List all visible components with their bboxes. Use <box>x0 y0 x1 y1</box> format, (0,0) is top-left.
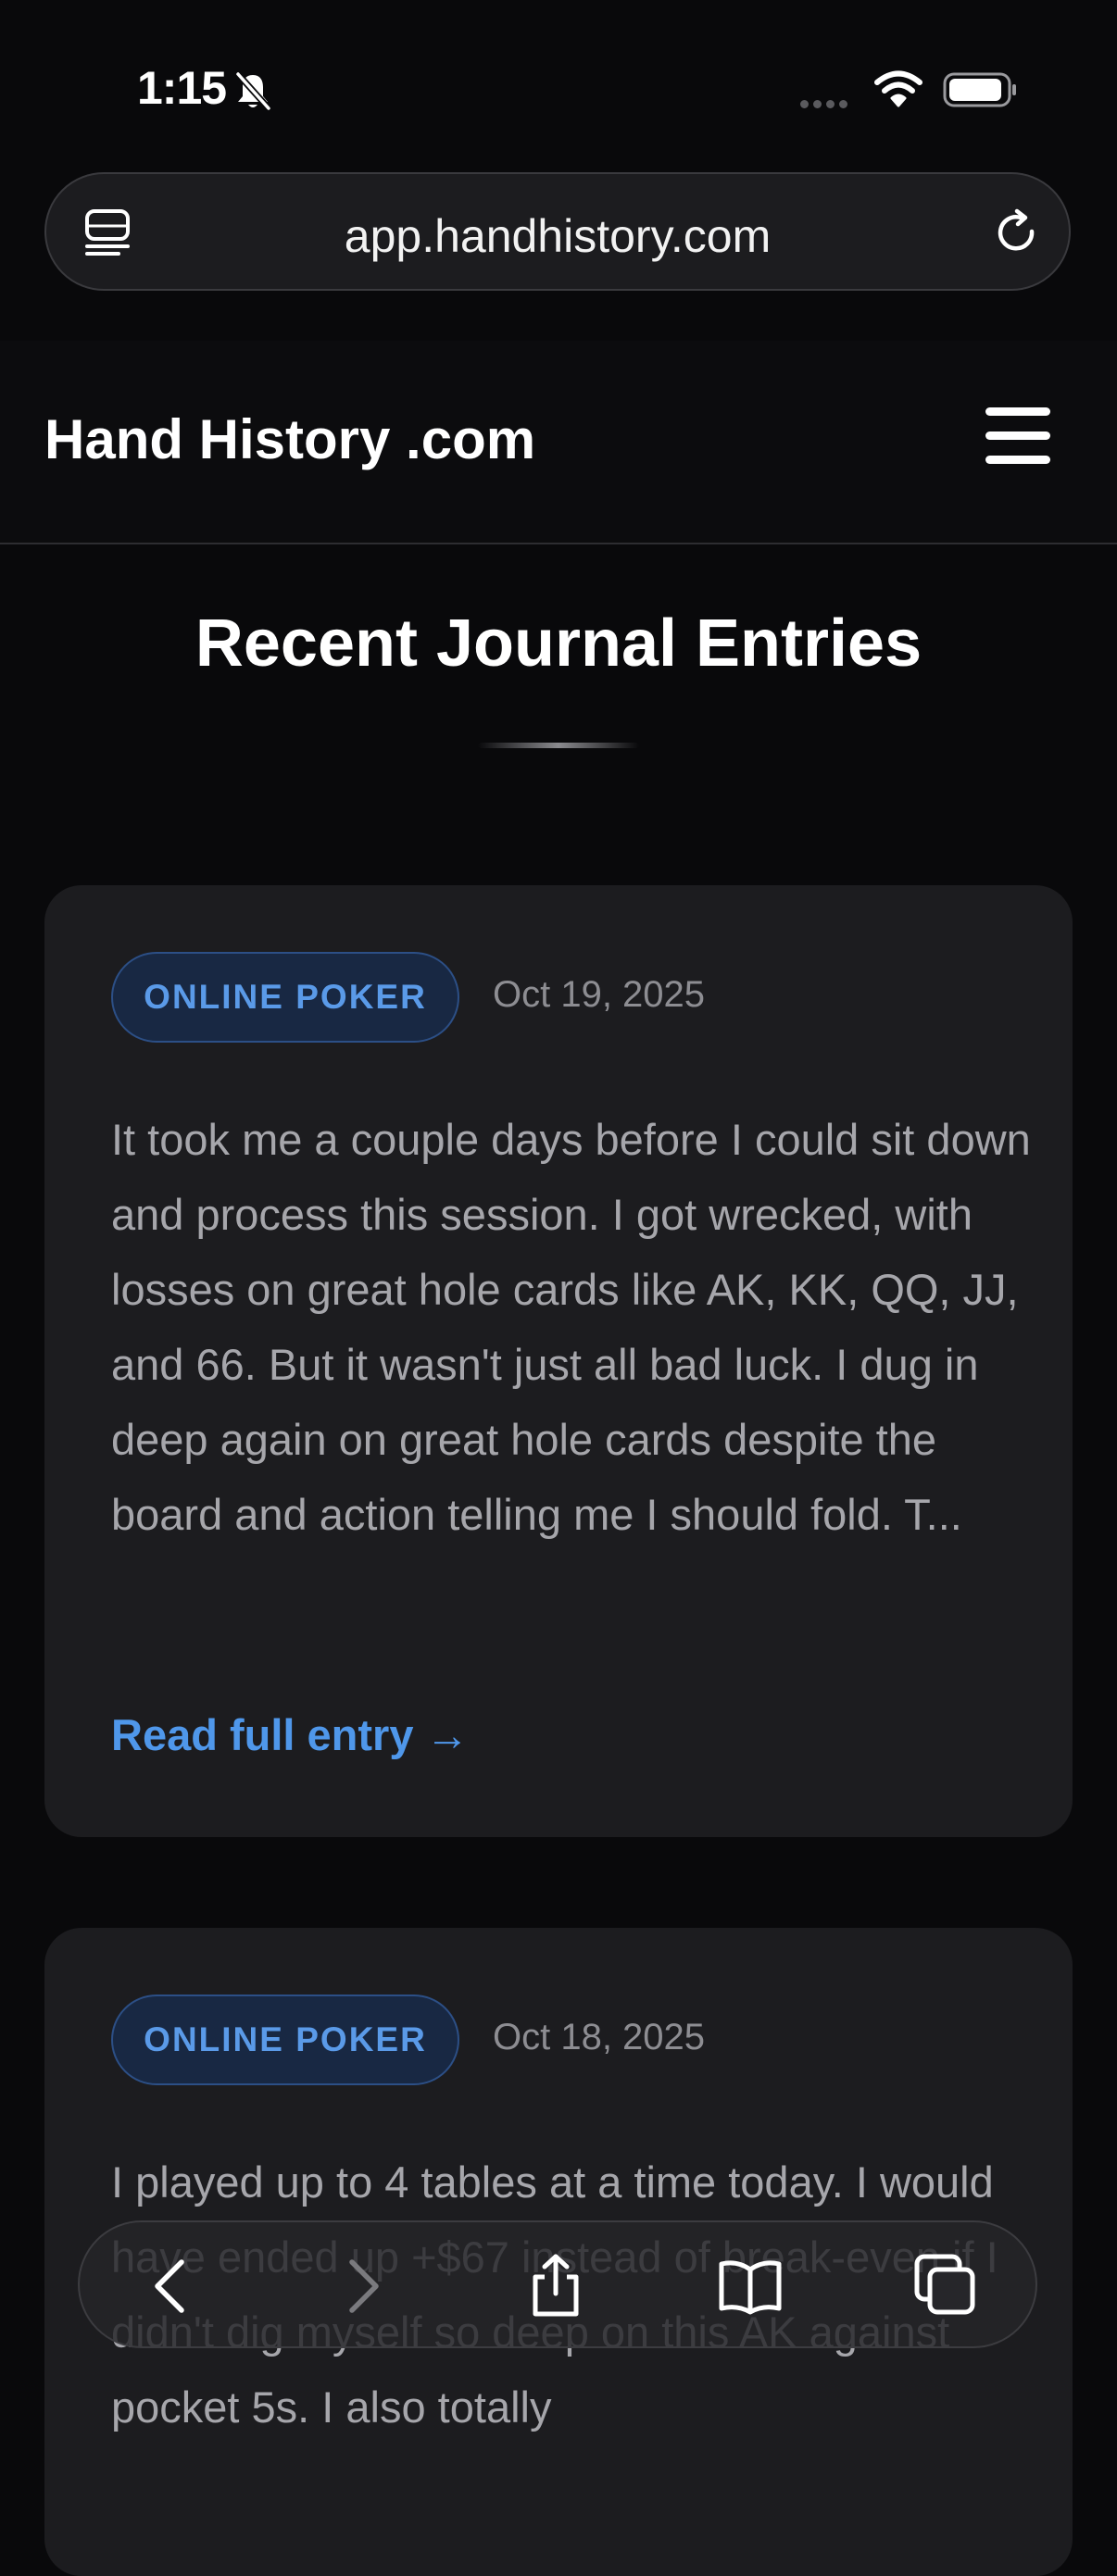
category-badge: ONLINE POKER <box>111 952 459 1043</box>
page-title: Recent Journal Entries <box>195 606 922 681</box>
address-bar[interactable]: app.handhistory.com <box>44 172 1071 291</box>
site-logo[interactable]: Hand History .com <box>44 407 535 471</box>
status-time: 1:15 <box>137 62 227 114</box>
browser-toolbar <box>78 2220 1037 2348</box>
bookmarks-icon[interactable] <box>717 2253 784 2320</box>
entry-date: Oct 18, 2025 <box>493 2017 706 2057</box>
category-badge: ONLINE POKER <box>111 1995 459 2085</box>
title-divider <box>478 743 639 748</box>
forward-icon[interactable] <box>328 2253 395 2320</box>
back-icon[interactable] <box>139 2253 206 2320</box>
share-icon[interactable] <box>522 2253 589 2320</box>
reload-icon[interactable] <box>991 207 1043 259</box>
read-full-entry-link[interactable]: Read full entry → <box>111 1709 470 1760</box>
silent-bell-icon <box>235 71 271 111</box>
journal-entry-card: ONLINE POKER Oct 19, 2025 It took me a c… <box>44 885 1073 1837</box>
hamburger-menu-icon[interactable] <box>985 407 1050 465</box>
wifi-icon <box>874 70 922 107</box>
battery-icon <box>943 72 1016 107</box>
cellular-signal-icon <box>800 96 852 113</box>
tabs-icon[interactable] <box>911 2253 978 2320</box>
entry-excerpt: It took me a couple days before I could … <box>111 1115 1031 1539</box>
url-text[interactable]: app.handhistory.com <box>46 209 1069 263</box>
entry-date: Oct 19, 2025 <box>493 974 706 1015</box>
